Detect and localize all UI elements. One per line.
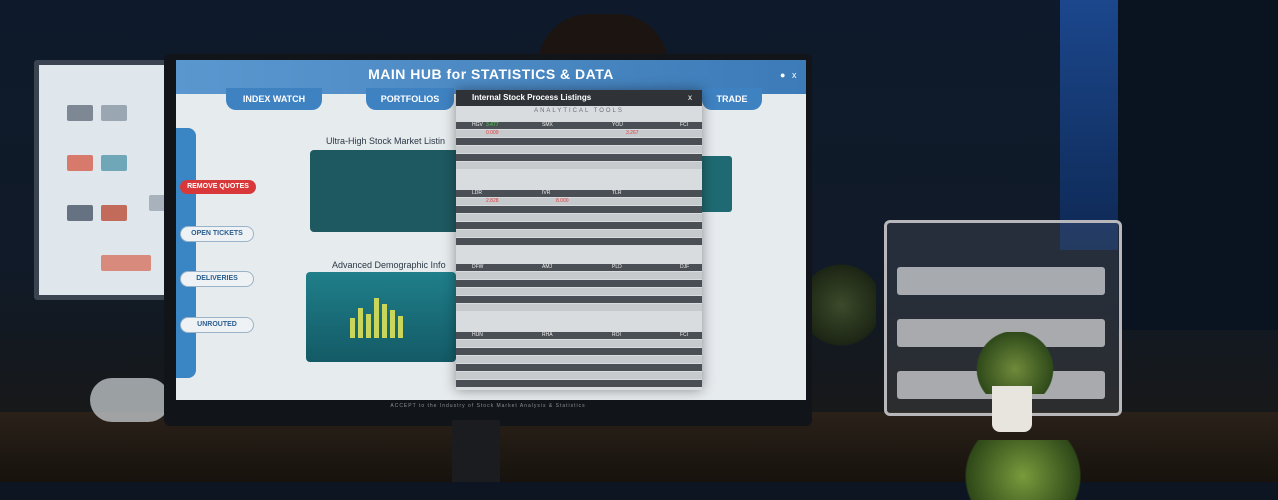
stock-market-panel (310, 150, 460, 232)
window-frame (1118, 0, 1278, 330)
hub-title: MAIN HUB for STATISTICS & DATA (368, 66, 614, 82)
plant (806, 260, 876, 350)
ticker-row: 2.828 8.000 (456, 198, 702, 205)
remove-quotes-button[interactable]: REMOVE QUOTES (180, 180, 256, 194)
demographic-chart-panel (306, 272, 456, 362)
unrouted-button[interactable]: UNROUTED (180, 317, 254, 333)
foreground-plant (948, 440, 1098, 500)
ticker-row: DFW AMJ PLD DJF (456, 264, 702, 271)
tab-trade[interactable]: TRADE (702, 88, 762, 110)
potted-plant (976, 332, 1054, 394)
ticker-row: 0.009 3.267 (456, 130, 702, 137)
ticker-row: LDR IVR TLR (456, 190, 702, 197)
plant-pot (992, 386, 1032, 432)
monitor-screen: MAIN HUB for STATISTICS & DATA ● x INDEX… (176, 60, 806, 400)
deliveries-button[interactable]: DELIVERIES (180, 271, 254, 287)
popup-close-icon[interactable]: x (688, 93, 692, 102)
popup-title: Internal Stock Process Listings (472, 93, 592, 102)
tab-index-watch[interactable]: INDEX WATCH (226, 88, 322, 110)
close-icon[interactable]: x (792, 70, 797, 80)
background-monitor (34, 60, 184, 300)
open-tickets-button[interactable]: OPEN TICKETS (180, 226, 254, 242)
ticker-row: HGV 3.477 SMX YOU FCI (456, 122, 702, 129)
window-light (1060, 0, 1120, 250)
screen-footer: ACCEPT to the Industry of Stock Market A… (390, 403, 586, 409)
window-dot-icon[interactable]: ● (780, 70, 785, 80)
monitor-stand (452, 420, 500, 482)
popup-subtitle: ANALYTICAL TOOLS (534, 108, 624, 114)
market-panel-title: Ultra-High Stock Market Listin (326, 136, 446, 146)
stock-listings-popup: Internal Stock Process Listings x ANALYT… (456, 90, 702, 390)
desk-phone (90, 378, 170, 422)
side-rail (176, 128, 196, 378)
demographic-panel-title: Advanced Demographic Info (332, 260, 446, 270)
ticker-row: HUN RHA ROI FCI (456, 332, 702, 339)
tab-portfolios[interactable]: PORTFOLIOS (366, 88, 454, 110)
